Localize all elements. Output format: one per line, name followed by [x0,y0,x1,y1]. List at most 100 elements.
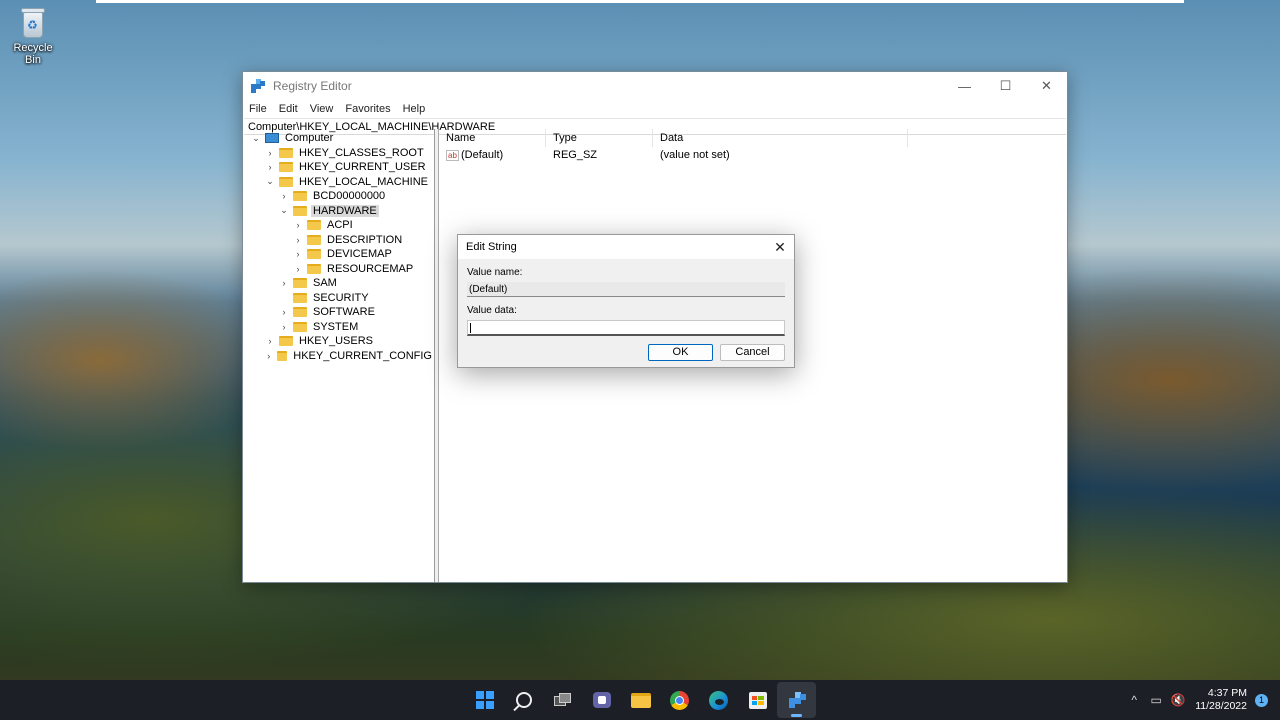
folder-icon [276,350,288,361]
close-button[interactable]: ✕ [1026,72,1067,100]
store-icon [748,691,767,709]
clock[interactable]: 4:37 PM 11/28/2022 [1195,687,1247,713]
menu-help[interactable]: Help [403,103,426,115]
chrome-icon [670,690,689,710]
window-title: Registry Editor [273,79,352,93]
tree-item[interactable]: › HKEY_USERS [243,334,434,349]
tree-item-label: HKEY_LOCAL_MACHINE [299,175,428,188]
dialog-title-bar[interactable]: Edit String ✕ [458,235,794,259]
folder-icon [279,336,293,347]
value-name-field: (Default) [467,282,785,297]
column-name-header[interactable]: Name [439,129,546,147]
recycle-bin-shortcut[interactable]: ♻ Recycle Bin [4,6,62,66]
tree-item-label: Computer [285,132,334,145]
file-explorer-icon [630,692,651,708]
ok-button[interactable]: OK [648,344,713,361]
folder-icon [279,147,293,158]
tree-item-label: ACPI [327,219,353,232]
value-row[interactable]: ab (Default) REG_SZ (value not set) [439,147,1067,163]
teams-chat-icon [592,692,611,708]
show-hidden-icons-chevron-icon[interactable]: ^ [1123,693,1145,707]
start-button[interactable] [465,680,504,720]
string-value-icon: ab [446,149,459,161]
chrome-button[interactable] [660,680,699,720]
tree-item-label: RESOURCEMAP [327,262,414,275]
menu-file[interactable]: File [249,103,267,115]
tree-item-label: SAM [313,277,337,290]
chevron-right-icon[interactable]: › [265,336,275,346]
tree-item-label: HKEY_CLASSES_ROOT [299,146,424,159]
dialog-close-button[interactable]: ✕ [766,239,794,256]
column-type-header[interactable]: Type [546,129,653,147]
tree-item[interactable]: › HKEY_CURRENT_USER [243,160,434,175]
clock-date: 11/28/2022 [1195,700,1247,712]
title-bar[interactable]: Registry Editor — ☐ ✕ [243,72,1067,100]
network-icon[interactable]: ▭ [1145,693,1167,707]
tree-item[interactable]: › ACPI [243,218,434,233]
tree-item-label: BCD00000000 [313,190,386,203]
menu-edit[interactable]: Edit [279,103,298,115]
tree-item[interactable]: › SOFTWARE [243,305,434,320]
chevron-right-icon[interactable]: › [265,148,275,158]
registry-editor-taskbar-button[interactable] [777,682,816,718]
value-data-input[interactable] [467,320,785,336]
search-button[interactable] [504,680,543,720]
value-name-cell: ab (Default) [439,149,546,161]
computer-icon [265,133,279,144]
tree-item-label: SOFTWARE [313,306,375,319]
chevron-right-icon[interactable]: › [265,162,275,172]
folder-icon [293,278,307,289]
chevron-down-icon[interactable]: ⌄ [279,205,289,216]
folder-icon [279,176,293,187]
value-data-label: Value data: [467,305,517,316]
menu-favorites[interactable]: Favorites [345,103,390,115]
value-name-label: Value name: [467,267,523,278]
chevron-down-icon[interactable]: ⌄ [265,176,275,187]
tree-item[interactable]: › SYSTEM [243,320,434,335]
tree-item[interactable]: ⌄ HKEY_LOCAL_MACHINE [243,175,434,190]
value-type: REG_SZ [553,149,598,161]
minimize-button[interactable]: — [944,72,985,100]
tree-item[interactable]: › DESCRIPTION [243,233,434,248]
chevron-down-icon[interactable]: ⌄ [251,133,261,144]
chevron-right-icon[interactable]: › [293,220,303,230]
chevron-right-icon[interactable]: › [265,351,273,361]
clock-time: 4:37 PM [1207,687,1247,699]
tree-item-label: HARDWARE [311,204,379,217]
chevron-right-icon[interactable]: › [279,191,289,201]
teams-chat-button[interactable] [582,680,621,720]
search-icon [515,692,532,708]
tree-item[interactable]: SECURITY [243,291,434,306]
tree-item-label: DEVICEMAP [327,248,392,261]
chevron-right-icon[interactable]: › [279,278,289,288]
cancel-button[interactable]: Cancel [720,344,785,361]
chevron-right-icon[interactable]: › [293,235,303,245]
tree-item-label: SECURITY [313,291,369,304]
column-data-header[interactable]: Data [653,129,908,147]
tree-item-label: HKEY_CURRENT_USER [299,161,426,174]
volume-muted-icon[interactable]: 🔇 [1167,693,1189,707]
store-button[interactable] [738,680,777,720]
tree-item[interactable]: › HKEY_CURRENT_CONFIG [243,349,434,364]
task-view-button[interactable] [543,680,582,720]
tree-item[interactable]: ⌄ HARDWARE [243,204,434,219]
folder-icon [293,307,307,318]
tree-item[interactable]: ⌄ Computer [243,131,434,146]
chevron-right-icon[interactable]: › [293,249,303,259]
tree-item[interactable]: › DEVICEMAP [243,247,434,262]
menu-view[interactable]: View [310,103,334,115]
value-name: (Default) [461,149,504,161]
tree-item[interactable]: › RESOURCEMAP [243,262,434,277]
chevron-right-icon[interactable]: › [293,264,303,274]
recycle-bin-icon: ♻ [18,6,48,40]
maximize-button[interactable]: ☐ [985,72,1026,100]
tree-item[interactable]: › SAM [243,276,434,291]
file-explorer-button[interactable] [621,680,660,720]
folder-icon [307,263,321,274]
chevron-right-icon[interactable]: › [279,322,289,332]
tree-item[interactable]: › HKEY_CLASSES_ROOT [243,146,434,161]
chevron-right-icon[interactable]: › [279,307,289,317]
notification-badge[interactable]: 1 [1255,693,1268,707]
tree-item[interactable]: › BCD00000000 [243,189,434,204]
edge-button[interactable] [699,680,738,720]
